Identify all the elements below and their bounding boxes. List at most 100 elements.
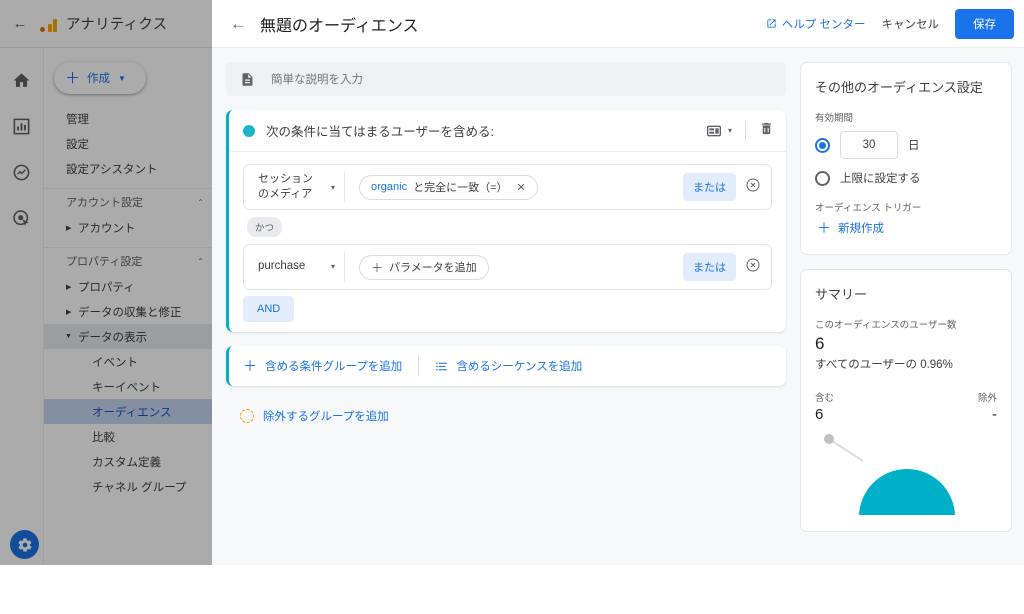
nav-topbar: ← アナリティクス [0,0,212,48]
sidebar-item-data-collection[interactable]: ▶ データの収集と修正 [44,299,212,324]
duration-max-option[interactable]: 上限に設定する [815,170,997,186]
back-icon[interactable]: ← [230,14,256,34]
sidebar-item-setup-assistant[interactable]: 設定アシスタント [44,156,212,181]
sidebar-item-data-display[interactable]: ▼ データの表示 [44,324,212,349]
sidebar-item-label: カスタム定義 [92,456,161,469]
add-condition-group-button[interactable]: ＋ 含める条件グループを追加 [243,356,402,376]
description-input[interactable]: 簡単な説明を入力 [226,62,786,96]
scope-selector-button[interactable]: ▾ [706,123,732,139]
remove-condition-button[interactable] [745,257,761,278]
sidebar-item-label: データの表示 [78,331,147,344]
or-button[interactable]: または [683,173,736,201]
summary-include: 含む 6 [815,390,834,423]
summary-percent: すべてのユーザーの 0.96% [815,359,953,371]
cancel-button[interactable]: キャンセル [882,16,940,32]
sidebar-item-key-events[interactable]: キーイベント [44,374,212,399]
add-exclusion-label: 除外するグループを追加 [263,411,389,423]
audience-trigger-label: オーディエンス トリガー [815,203,922,214]
condition-row: purchase ▾ ＋ パラメータを追加 または [243,244,772,290]
radio-unselected-icon[interactable] [815,170,830,186]
sidebar-item-label: 設定 [66,138,89,151]
settings-fab-button[interactable] [10,530,39,559]
divider [344,172,345,202]
or-button[interactable]: または [683,253,736,281]
plus-icon: ＋ [243,358,257,374]
description-placeholder: 簡単な説明を入力 [271,74,363,86]
sidebar-item-account[interactable]: ▶ アカウント [44,215,212,240]
create-trigger-button[interactable]: ＋ 新規作成 [815,218,997,238]
sequence-list-icon [436,362,448,370]
add-exclusion-group-button[interactable]: 除外するグループを追加 [226,408,786,424]
divider [418,356,420,376]
triangle-right-icon: ▶ [66,308,72,316]
save-button[interactable]: 保存 [955,8,1014,39]
and-button[interactable]: AND [243,296,295,322]
dimension-label-line1: セッション [258,173,313,186]
main-area: ← 無題のオーディエンス ヘルプ センター キャンセル 保存 簡単な説明を入力 [212,0,1024,565]
side-panel: その他のオーディエンス設定 有効期間 30 日 上限に設定する オーディエンス … [800,62,1012,565]
left-navigation: ← アナリティクス ＋ 作成 ▼ 管理 設定 設定アシスタント アカウント設定 … [0,0,212,565]
sidebar-item-label: チャネル グループ [92,481,187,494]
create-button[interactable]: ＋ 作成 ▼ [54,62,146,94]
sidebar-item-label: 管理 [66,113,89,126]
include-group-title: 次の条件に当てはまるユーザーを含める: [266,125,494,139]
condition-value-chip[interactable]: organic と完全に一致（=） ✕ [359,174,538,200]
chevron-up-icon[interactable]: ⌃ [197,198,204,207]
settings-card-title: その他のオーディエンス設定 [815,80,983,95]
sidebar-item-admin[interactable]: 管理 [44,106,212,131]
duration-input[interactable]: 30 [840,131,898,159]
advertising-target-icon[interactable] [12,208,32,228]
duration-days-option[interactable]: 30 日 [815,131,997,159]
dashed-circle-icon [240,409,254,423]
sidebar-item-custom-definitions[interactable]: カスタム定義 [44,449,212,474]
sidebar-item-audiences[interactable]: オーディエンス [44,399,212,424]
home-icon[interactable] [12,70,32,90]
summary-card: サマリー このオーディエンスのユーザー数 6 すべてのユーザーの 0.96% 含… [800,269,1012,532]
venn-diagram [815,425,997,515]
dimension-selector[interactable]: セッション のメディア ▾ [244,172,344,202]
close-icon[interactable]: ✕ [517,181,526,194]
row-actions: または [683,173,761,201]
add-sequence-button[interactable]: 含めるシーケンスを追加 [435,358,582,374]
sidebar-item-comparisons[interactable]: 比較 [44,424,212,449]
sidebar-item-property[interactable]: ▶ プロパティ [44,274,212,299]
summary-users-label: このオーディエンスのユーザー数 [815,320,957,331]
include-group-header: 次の条件に当てはまるユーザーを含める: ▾ [229,110,786,152]
add-sequence-label: 含めるシーケンスを追加 [456,361,583,373]
plus-icon: ＋ [371,260,384,275]
open-in-new-icon [767,19,776,28]
reports-bar-chart-icon[interactable] [12,116,32,136]
scope-card-icon [706,125,721,136]
plus-icon: ＋ [65,69,81,87]
radio-selected-icon[interactable] [815,137,830,153]
remove-circle-icon [746,258,760,271]
sidebar-item-events[interactable]: イベント [44,349,212,374]
remove-condition-button[interactable] [745,177,761,198]
duration-max-label: 上限に設定する [840,173,921,185]
help-center-link[interactable]: ヘルプ センター [766,16,866,32]
analytics-audience-builder: ← アナリティクス ＋ 作成 ▼ 管理 設定 設定アシスタント アカウント設定 … [0,0,1024,565]
divider [745,120,746,141]
dimension-selector[interactable]: purchase ▾ [244,259,344,275]
other-audience-settings-card: その他のオーディエンス設定 有効期間 30 日 上限に設定する オーディエンス … [800,62,1012,255]
row-actions: または [683,253,761,281]
analytics-logo-icon [40,15,57,32]
sidebar-item-settings[interactable]: 設定 [44,131,212,156]
nav-back-icon[interactable]: ← [6,15,34,32]
add-parameter-chip[interactable]: ＋ パラメータを追加 [359,254,489,280]
chevron-up-icon[interactable]: ⌃ [197,257,204,266]
duration-label: 有効期間 [815,113,854,124]
sidebar-item-label: オーディエンス [92,406,172,419]
header-actions: ヘルプ センター キャンセル 保存 [766,8,1024,39]
summary-include-label: 含む [815,393,835,404]
venn-svg [824,434,955,515]
delete-group-button[interactable] [759,121,774,141]
explore-icon[interactable] [12,162,32,182]
sidebar-section-label: プロパティ設定 [66,256,143,268]
sidebar-item-label: キーイベント [92,381,161,394]
sidebar-item-channel-groups[interactable]: チャネル グループ [44,474,212,499]
summary-include-value: 6 [815,406,824,423]
triangle-down-icon: ▼ [65,333,72,340]
page-content: 簡単な説明を入力 次の条件に当てはまるユーザーを含める: ▾ セッション のメデ… [212,48,1024,565]
sidebar-item-label: イベント [92,356,138,369]
